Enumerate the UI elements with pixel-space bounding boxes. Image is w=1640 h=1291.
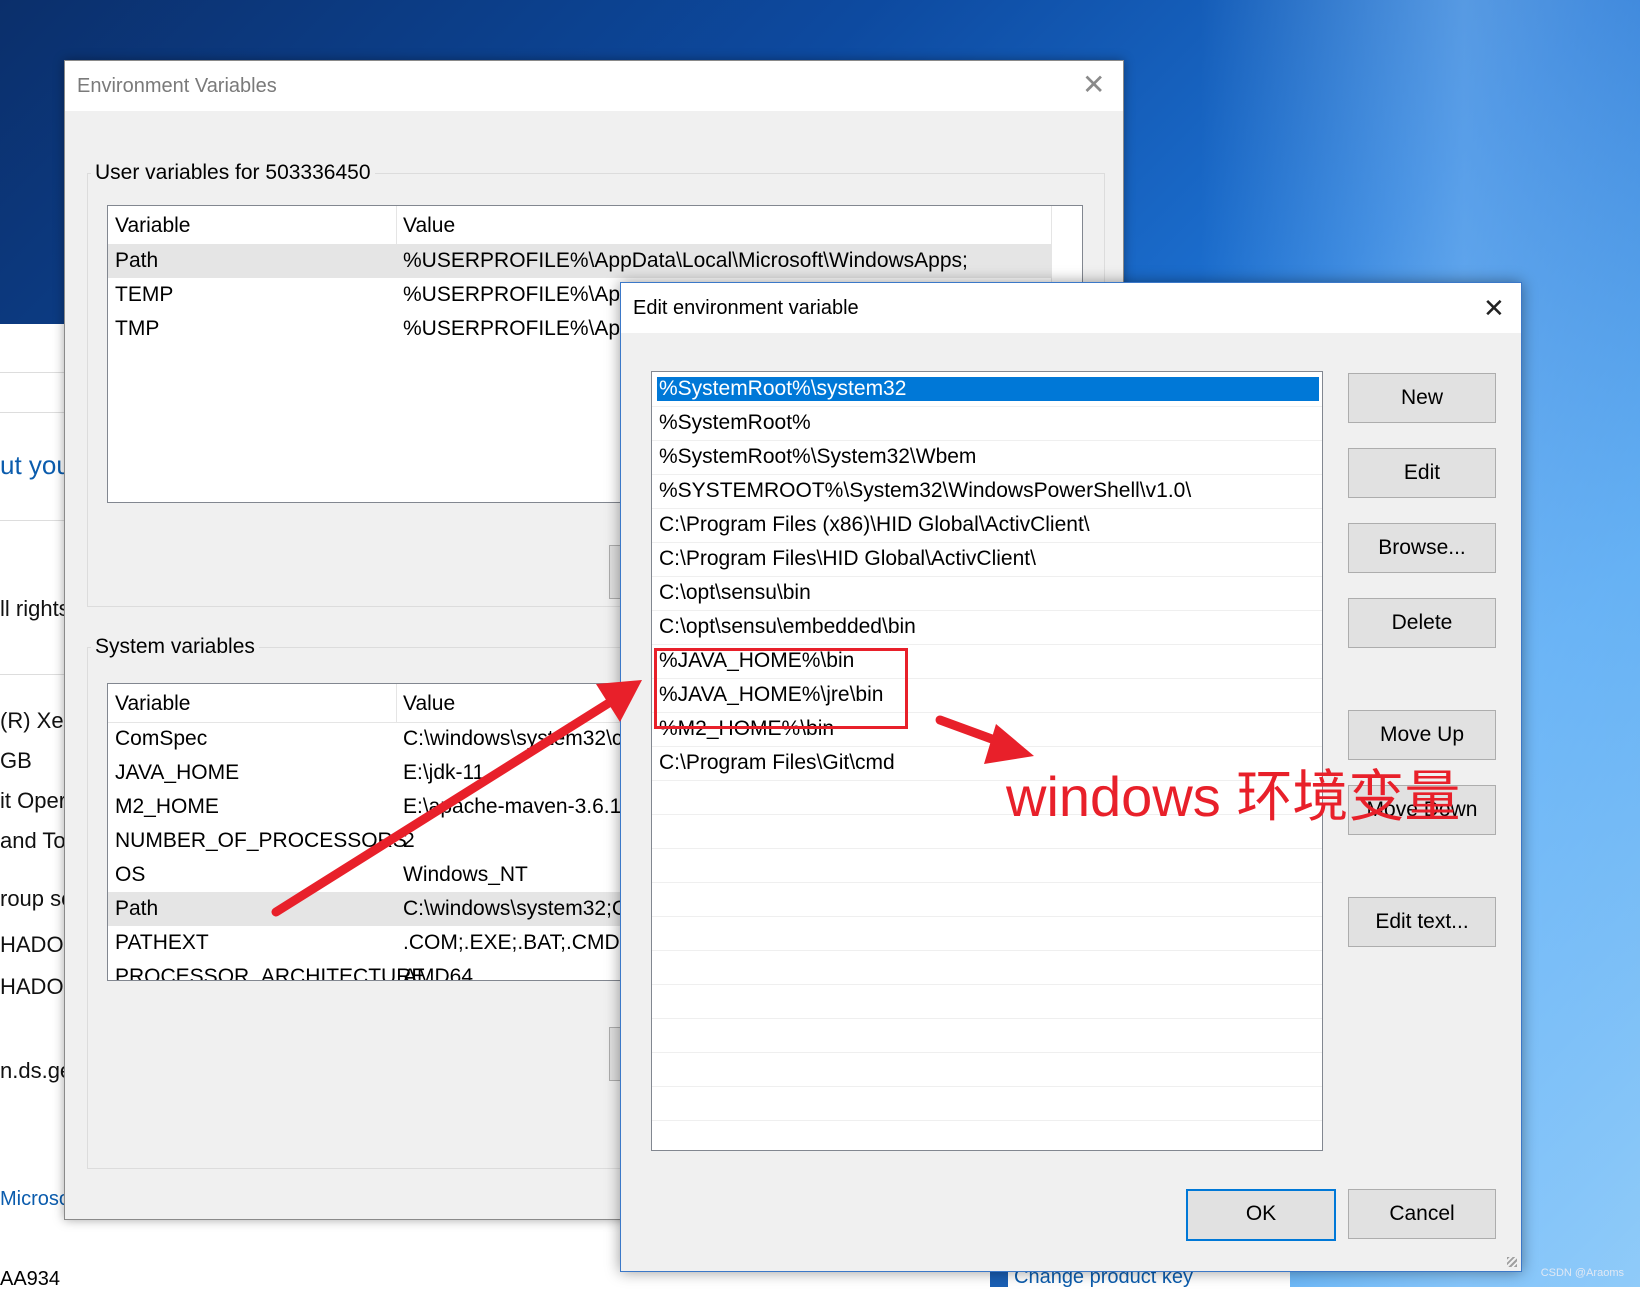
processor-fragment: (R) Xeo (0, 708, 64, 733)
resize-grip-icon[interactable] (1507, 1257, 1517, 1267)
dialog-title: Edit environment variable (633, 297, 859, 319)
list-item[interactable]: C:\opt\sensu\bin (652, 576, 1322, 611)
value-column-header[interactable]: Value (403, 692, 455, 716)
variable-value: .COM;.EXE;.BAT;.CMD;.V (403, 931, 646, 954)
edit-text-button[interactable]: Edit text... (1348, 897, 1496, 947)
shield-icon (990, 1272, 1008, 1287)
path-entry: %SYSTEMROOT%\System32\WindowsPowerShell\… (659, 479, 1192, 502)
window-title: Environment Variables (77, 75, 277, 97)
change-product-key-area: Change product key (990, 1270, 1260, 1287)
path-entry: C:\opt\sensu\bin (659, 581, 811, 604)
list-item[interactable]: %SystemRoot%\System32\Wbem (652, 440, 1322, 475)
title-bar: Environment Variables ✕ (65, 61, 1123, 111)
variable-value: E:\apache-maven-3.6.1 (403, 795, 622, 818)
list-item[interactable]: C:\Program Files\HID Global\ActivClient\ (652, 542, 1322, 577)
edit-button[interactable]: Edit (1348, 448, 1496, 498)
empty-list-row (652, 848, 1322, 883)
variable-value: C:\windows\system32\c (403, 727, 623, 750)
close-icon[interactable]: ✕ (1082, 71, 1105, 99)
variable-name: TMP (115, 317, 160, 340)
hados-fragment: HADOS (0, 932, 64, 957)
path-entry: C:\Program Files (x86)\HID Global\ActivC… (659, 513, 1090, 536)
variable-value: Windows_NT (403, 863, 528, 886)
workgroup-fragment: roup se (0, 886, 64, 911)
empty-list-row (652, 1052, 1322, 1087)
java-home-highlight-box (654, 648, 908, 729)
user-variables-label: User variables for 503336450 (91, 161, 375, 185)
variable-value: AMD64 (403, 965, 474, 981)
variable-name: PROCESSOR_ARCHITECTURE (115, 965, 426, 981)
path-entry: C:\Program Files\HID Global\ActivClient\ (659, 547, 1036, 570)
variable-value: C:\windows\system32;C (403, 897, 628, 920)
divider (0, 520, 64, 521)
variable-value: %USERPROFILE%\AppD (403, 283, 647, 306)
annotation-label: windows 环境变量 (1006, 765, 1461, 828)
system-type-fragment: it Opera (0, 788, 64, 813)
ram-fragment: GB (0, 748, 32, 773)
divider (0, 372, 64, 373)
domain-fragment: n.ds.ge (0, 1058, 64, 1083)
list-item[interactable]: %SYSTEMROOT%\System32\WindowsPowerShell\… (652, 474, 1322, 509)
list-header: Variable Value (108, 206, 1082, 245)
empty-list-row (652, 950, 1322, 985)
path-entry: C:\opt\sensu\embedded\bin (659, 615, 916, 638)
variable-name: PATHEXT (115, 931, 209, 954)
path-entry: %SystemRoot% (659, 411, 811, 434)
variable-value: 2 (403, 829, 415, 852)
title-bar: Edit environment variable ✕ (621, 283, 1521, 333)
path-entry: %SystemRoot%\system32 (657, 377, 1319, 401)
close-icon[interactable]: ✕ (1483, 295, 1505, 321)
empty-list-row (652, 1086, 1322, 1121)
empty-list-row (652, 916, 1322, 951)
about-page-background: ut you ll rights (R) Xeo GB it Opera and… (0, 324, 64, 1287)
path-entry: C:\Program Files\Git\cmd (659, 751, 895, 774)
divider (0, 412, 64, 413)
delete-button[interactable]: Delete (1348, 598, 1496, 648)
variable-name: ComSpec (115, 727, 208, 750)
system-variables-label: System variables (91, 635, 259, 659)
rights-text-fragment: ll rights (0, 596, 64, 621)
variable-column-header[interactable]: Variable (115, 692, 191, 716)
value-column-header[interactable]: Value (403, 214, 455, 238)
variable-name: OS (115, 863, 146, 886)
empty-list-row (652, 882, 1322, 917)
list-item[interactable]: %SystemRoot% (652, 406, 1322, 441)
variable-value: E:\jdk-11 (403, 761, 485, 784)
list-item[interactable]: C:\opt\sensu\embedded\bin (652, 610, 1322, 645)
variable-name: M2_HOME (115, 795, 219, 818)
hados-fragment: HADOS (0, 974, 64, 999)
ok-button[interactable]: OK (1186, 1189, 1336, 1241)
watermark: CSDN @Araoms (1540, 1267, 1624, 1279)
empty-list-row (652, 984, 1322, 1019)
cancel-button[interactable]: Cancel (1348, 1189, 1496, 1239)
about-heading-fragment: ut you (0, 450, 64, 480)
variable-column-header[interactable]: Variable (115, 214, 191, 238)
path-entry: %SystemRoot%\System32\Wbem (659, 445, 977, 468)
variable-name: JAVA_HOME (115, 761, 240, 784)
divider (0, 674, 64, 675)
variable-name: TEMP (115, 283, 174, 306)
product-code-fragment: AA934 (0, 1268, 61, 1290)
table-row[interactable]: Path %USERPROFILE%\AppData\Local\Microso… (108, 244, 1082, 278)
variable-name: Path (115, 249, 159, 272)
change-product-key-link[interactable]: Change product key (1014, 1270, 1193, 1287)
column-divider[interactable] (396, 684, 397, 722)
column-divider[interactable] (396, 206, 397, 244)
variable-value: %USERPROFILE%\AppD (403, 317, 647, 340)
list-item[interactable]: C:\Program Files (x86)\HID Global\ActivC… (652, 508, 1322, 543)
list-item[interactable]: %SystemRoot%\system32 (652, 372, 1322, 407)
variable-name: Path (115, 897, 159, 920)
empty-list-row (652, 1018, 1322, 1053)
variable-value: %USERPROFILE%\AppData\Local\Microsoft\Wi… (403, 249, 968, 272)
new-button[interactable]: New (1348, 373, 1496, 423)
variable-name: NUMBER_OF_PROCESSORS (115, 829, 407, 852)
browse-button[interactable]: Browse... (1348, 523, 1496, 573)
pen-touch-fragment: and Tou (0, 828, 64, 853)
